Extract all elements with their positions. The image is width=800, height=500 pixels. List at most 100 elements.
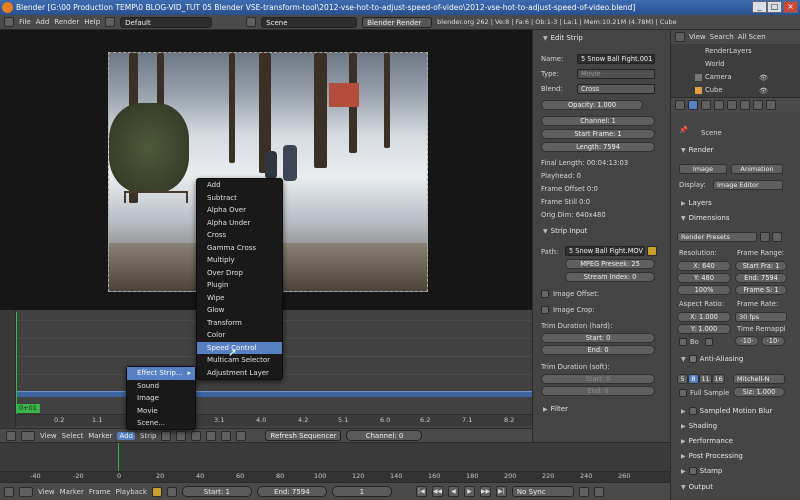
stamp-header[interactable]: ▶ Stamp	[671, 466, 800, 477]
end-frame-field[interactable]: End: 7594	[256, 486, 327, 497]
screen-layout-icon[interactable]	[105, 17, 116, 27]
current-frame-field[interactable]: 1	[331, 486, 392, 497]
render-header[interactable]: ▼ Render	[671, 145, 800, 156]
render-image-button[interactable]: Image	[679, 164, 727, 174]
display-select[interactable]: Image Editor	[713, 180, 783, 190]
effect-gamma-cross[interactable]: Gamma Cross	[197, 242, 282, 255]
effect-over-drop[interactable]: Over Drop	[197, 267, 282, 280]
strip-input-header[interactable]: ▼ Strip Input	[533, 226, 663, 237]
effect-cross[interactable]: Cross	[197, 229, 282, 242]
sync-mode-select[interactable]: No Sync	[511, 486, 574, 497]
channels-icon[interactable]	[191, 430, 202, 441]
outliner-item-renderlayers[interactable]: RenderLayers	[705, 47, 752, 55]
collapse-menu-icon[interactable]	[21, 430, 35, 441]
shading-header[interactable]: ▶ Shading	[671, 421, 800, 432]
stamp-checkbox[interactable]	[688, 467, 697, 475]
add-effect-strip[interactable]: Effect Strip... ▸	[127, 367, 195, 380]
menu-frame[interactable]: Frame	[89, 488, 111, 496]
outliner-item-camera[interactable]: Camera	[705, 73, 732, 81]
world-tab-icon[interactable]	[714, 100, 724, 110]
mpeg-preseek-field[interactable]: MPEG Preseek: 25	[565, 259, 655, 269]
menu-playback[interactable]: Playback	[116, 488, 147, 496]
render-tab-icon[interactable]	[688, 100, 698, 110]
editor-type-icon[interactable]	[6, 430, 16, 441]
post-processing-header[interactable]: ▶ Post Processing	[671, 451, 800, 462]
add-scene[interactable]: Scene...	[127, 417, 195, 430]
timeline-ruler[interactable]: -40 -20 0 20 40 60 80 100 120 140 160 18…	[0, 471, 670, 482]
scene-icon[interactable]	[246, 17, 257, 27]
outliner-display-select[interactable]: All Scen	[738, 33, 766, 41]
menu-view[interactable]: View	[40, 432, 57, 440]
effect-speed-control[interactable]: Speed Control	[197, 341, 282, 354]
prev-keyframe-icon[interactable]: ◀◀	[431, 486, 443, 497]
start-frame-field[interactable]: Start: 1	[181, 486, 252, 497]
aspect-y-field[interactable]: Y: 1.000	[677, 324, 731, 334]
full-sample-checkbox[interactable]	[679, 389, 687, 397]
remap-new-field[interactable]: ·10·	[761, 336, 785, 346]
safe-margin-icon[interactable]	[221, 430, 232, 441]
effect-adjustment-layer[interactable]: Adjustment Layer	[197, 367, 282, 380]
effect-multicam-selector[interactable]: Multicam Selector	[197, 354, 282, 367]
aa-samples-5[interactable]: 5	[677, 374, 688, 384]
effect-transform[interactable]: Transform	[197, 317, 282, 330]
blend-mode-select[interactable]: Cross	[577, 84, 655, 94]
aspect-x-field[interactable]: X: 1.000	[677, 312, 731, 322]
sequencer-ruler[interactable]: 0.2 1.1 3.1 4.0 4.2 5.1 6.0 6.2 7.1 8.2	[16, 414, 532, 426]
trim-soft-start-field[interactable]: Start: 0	[541, 374, 655, 384]
refresh-sequencer-button[interactable]: Refresh Sequencer	[265, 430, 342, 441]
trim-hard-end-field[interactable]: End: 0	[541, 345, 655, 355]
add-preset-icon[interactable]	[760, 232, 770, 242]
add-image[interactable]: Image	[127, 392, 195, 405]
start-frame-field[interactable]: Start Frame: 1	[541, 129, 655, 139]
output-header[interactable]: ▼ Output	[671, 482, 800, 493]
minimize-button[interactable]: _	[752, 1, 767, 13]
scene-field[interactable]: Scene	[261, 16, 358, 28]
editor-type-icon[interactable]	[675, 100, 685, 110]
close-button[interactable]: ×	[783, 1, 798, 13]
filter-header[interactable]: ▶ Filter	[533, 404, 663, 415]
play-reverse-icon[interactable]: ◀	[447, 486, 459, 497]
display-mode-icon[interactable]	[176, 430, 187, 441]
anti-aliasing-header[interactable]: ▼ Anti-Aliasing	[671, 354, 800, 365]
aa-filter-select[interactable]: Mitchell-N	[733, 374, 785, 384]
scene-tab-icon[interactable]	[701, 100, 711, 110]
frame-end-field[interactable]: End: 7594	[735, 273, 787, 283]
menu-select[interactable]: Select	[62, 432, 84, 440]
motion-blur-checkbox[interactable]	[688, 407, 697, 415]
menu-add[interactable]: Add	[36, 18, 50, 26]
add-movie[interactable]: Movie	[127, 405, 195, 418]
effect-color[interactable]: Color	[197, 329, 282, 342]
remove-preset-icon[interactable]	[772, 232, 782, 242]
border-checkbox[interactable]	[679, 338, 687, 346]
visibility-icon[interactable]: 👁	[759, 74, 768, 82]
trim-hard-start-field[interactable]: Start: 0	[541, 333, 655, 343]
strip-name-input[interactable]: 5 Snow Ball Fight.001	[577, 54, 655, 64]
dimensions-header[interactable]: ▼ Dimensions	[671, 213, 800, 224]
menu-strip[interactable]: Strip	[140, 432, 156, 440]
remap-old-field[interactable]: ·10·	[735, 336, 759, 346]
aa-samples-11[interactable]: 11	[699, 374, 712, 384]
frame-step-field[interactable]: Frame S: 1	[735, 285, 787, 295]
menu-add-active[interactable]: Add	[117, 431, 135, 440]
effect-add[interactable]: Add	[197, 179, 282, 192]
next-keyframe-icon[interactable]: ▶▶	[479, 486, 491, 497]
editor-type-icon[interactable]	[4, 486, 14, 497]
trim-soft-end-field[interactable]: End: 0	[541, 386, 655, 396]
aa-samples-16[interactable]: 16	[712, 374, 725, 384]
resolution-x-field[interactable]: X: 640	[677, 261, 731, 271]
menu-marker[interactable]: Marker	[60, 488, 84, 496]
path-input[interactable]: 5 Snow Ball Fight.MOV	[565, 246, 645, 256]
effect-plugin[interactable]: Plugin	[197, 279, 282, 292]
menu-marker[interactable]: Marker	[88, 432, 112, 440]
menu-help[interactable]: Help	[84, 18, 100, 26]
resolution-y-field[interactable]: Y: 480	[677, 273, 731, 283]
aa-samples-8[interactable]: 8	[688, 374, 699, 384]
playhead[interactable]	[16, 312, 17, 416]
image-offset-checkbox[interactable]	[541, 290, 549, 298]
fps-select[interactable]: 30 fps	[735, 312, 787, 322]
effect-alpha-under[interactable]: Alpha Under	[197, 217, 282, 230]
render-presets-select[interactable]: Render Presets	[677, 232, 757, 242]
effect-subtract[interactable]: Subtract	[197, 192, 282, 205]
pin-icon[interactable]: 📌	[679, 126, 688, 134]
performance-header[interactable]: ▶ Performance	[671, 436, 800, 447]
